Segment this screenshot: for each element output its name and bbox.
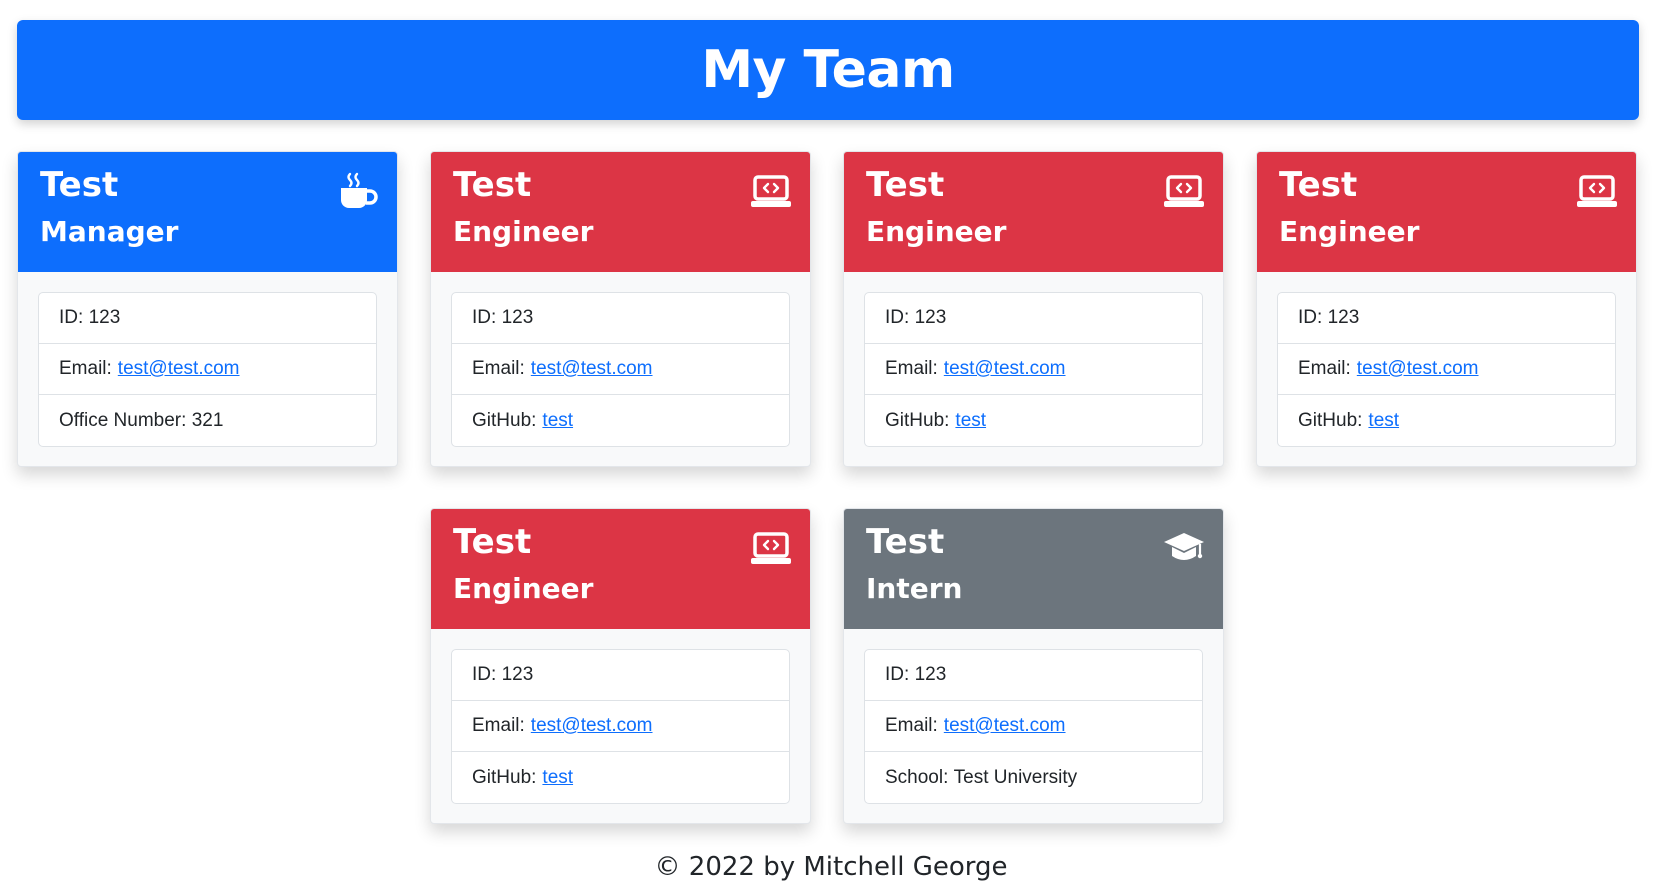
employee-card-manager: Test Manager ID: 123 Email: test@test.co… [17, 151, 398, 467]
employee-name: Test [40, 165, 119, 205]
laptop-code-icon [750, 529, 792, 567]
github-row: GitHub: test [452, 395, 789, 446]
github-label: GitHub: [885, 409, 950, 431]
email-row: Email: test@test.com [865, 344, 1202, 395]
page-title: My Team [701, 40, 955, 100]
employee-name: Test [1279, 165, 1358, 205]
id-value: 123 [914, 307, 947, 328]
school-label: School: [885, 766, 949, 788]
employee-card-engineer: Test Engineer ID: 123 Email: test@test.c… [1256, 151, 1637, 467]
laptop-code-icon [1576, 172, 1618, 210]
email-link[interactable]: test@test.com [944, 715, 1066, 737]
email-row: Email: test@test.com [452, 344, 789, 395]
employee-role: Manager [40, 215, 179, 248]
employee-details-list: ID: 123 Email: test@test.com Office Numb… [38, 292, 377, 447]
email-label: Email: [472, 358, 525, 379]
id-label: ID: [472, 664, 497, 685]
employee-role: Engineer [453, 215, 594, 248]
id-label: ID: [1298, 307, 1323, 328]
github-row: GitHub: test [1278, 395, 1615, 446]
employee-details-list: ID: 123 Email: test@test.com GitHub: tes… [1277, 292, 1616, 447]
email-link[interactable]: test@test.com [531, 715, 653, 737]
school-value: Test University [953, 766, 1078, 788]
employee-name: Test [453, 165, 532, 205]
email-label: Email: [885, 715, 938, 736]
email-label: Email: [59, 358, 112, 379]
graduation-cap-icon [1163, 529, 1205, 567]
office-number-value: 321 [191, 409, 224, 431]
card-header: Test Manager [18, 152, 397, 272]
github-link[interactable]: test [542, 410, 573, 432]
employee-name: Test [453, 522, 532, 562]
github-link[interactable]: test [1368, 410, 1399, 432]
id-label: ID: [59, 307, 84, 328]
employee-card-engineer: Test Engineer ID: 123 Email: test@test.c… [430, 508, 811, 824]
employee-details-list: ID: 123 Email: test@test.com GitHub: tes… [451, 292, 790, 447]
id-label: ID: [472, 307, 497, 328]
employee-details-list: ID: 123 Email: test@test.com School: Tes… [864, 649, 1203, 804]
employee-role: Engineer [453, 572, 594, 605]
card-header: Test Intern [844, 509, 1223, 629]
github-label: GitHub: [1298, 409, 1363, 431]
github-label: GitHub: [472, 409, 537, 431]
employee-role: Intern [866, 572, 963, 605]
github-label: GitHub: [472, 766, 537, 788]
employee-role: Engineer [866, 215, 1007, 248]
card-header: Test Engineer [1257, 152, 1636, 272]
email-link[interactable]: test@test.com [531, 358, 653, 380]
github-link[interactable]: test [542, 767, 573, 789]
email-link[interactable]: test@test.com [944, 358, 1066, 380]
github-link[interactable]: test [955, 410, 986, 432]
email-label: Email: [1298, 358, 1351, 379]
id-row: ID: 123 [452, 650, 789, 701]
employee-role: Engineer [1279, 215, 1420, 248]
coffee-icon [337, 172, 379, 210]
email-label: Email: [472, 715, 525, 736]
id-row: ID: 123 [39, 293, 376, 344]
email-label: Email: [885, 358, 938, 379]
card-header: Test Engineer [431, 509, 810, 629]
office-number-row: Office Number: 321 [39, 395, 376, 446]
footer-copyright: © 2022 by Mitchell George [654, 852, 1008, 882]
id-row: ID: 123 [452, 293, 789, 344]
employee-name: Test [866, 522, 945, 562]
id-label: ID: [885, 307, 910, 328]
id-value: 123 [88, 307, 121, 328]
employee-card-engineer: Test Engineer ID: 123 Email: test@test.c… [843, 151, 1224, 467]
employee-details-list: ID: 123 Email: test@test.com GitHub: tes… [864, 292, 1203, 447]
employee-card-intern: Test Intern ID: 123 Email: test@test.com… [843, 508, 1224, 824]
card-header: Test Engineer [844, 152, 1223, 272]
laptop-code-icon [750, 172, 792, 210]
employee-name: Test [866, 165, 945, 205]
id-row: ID: 123 [865, 650, 1202, 701]
laptop-code-icon [1163, 172, 1205, 210]
employee-details-list: ID: 123 Email: test@test.com GitHub: tes… [451, 649, 790, 804]
email-row: Email: test@test.com [452, 701, 789, 752]
id-value: 123 [501, 307, 534, 328]
github-row: GitHub: test [452, 752, 789, 803]
school-row: School: Test University [865, 752, 1202, 803]
github-row: GitHub: test [865, 395, 1202, 446]
page-header: My Team [17, 20, 1639, 120]
id-value: 123 [1327, 307, 1360, 328]
id-row: ID: 123 [1278, 293, 1615, 344]
email-link[interactable]: test@test.com [1357, 358, 1479, 380]
id-label: ID: [885, 664, 910, 685]
employee-card-engineer: Test Engineer ID: 123 Email: test@test.c… [430, 151, 811, 467]
office-number-label: Office Number: [59, 409, 187, 431]
email-row: Email: test@test.com [865, 701, 1202, 752]
id-value: 123 [501, 664, 534, 685]
email-row: Email: test@test.com [1278, 344, 1615, 395]
id-value: 123 [914, 664, 947, 685]
email-link[interactable]: test@test.com [118, 358, 240, 380]
email-row: Email: test@test.com [39, 344, 376, 395]
id-row: ID: 123 [865, 293, 1202, 344]
card-header: Test Engineer [431, 152, 810, 272]
